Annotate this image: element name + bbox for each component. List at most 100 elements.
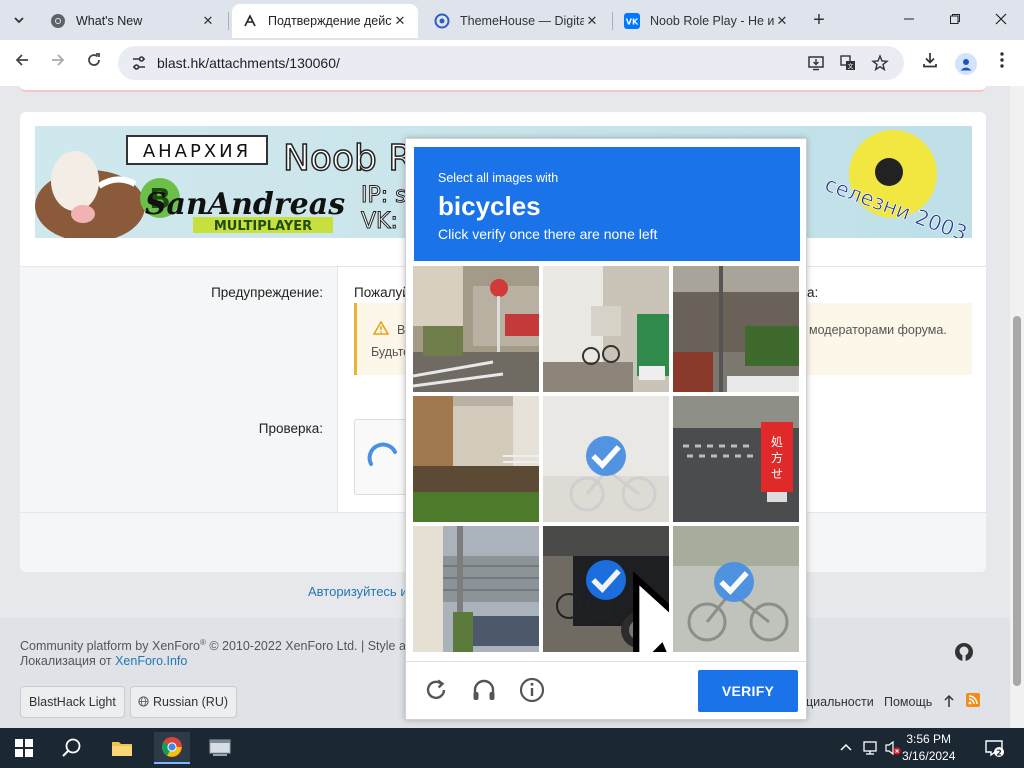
downloads-button[interactable] xyxy=(918,51,942,75)
reload-button[interactable] xyxy=(82,51,106,75)
loading-spinner-icon xyxy=(367,442,397,466)
warning-intro: Пожалуй xyxy=(354,285,410,300)
xenforo-info-link[interactable]: XenForo.Info xyxy=(115,654,187,668)
bookmark-star-icon[interactable] xyxy=(870,54,890,74)
restore-button[interactable] xyxy=(932,6,978,34)
github-icon[interactable] xyxy=(954,642,974,667)
page-scrollbar[interactable] xyxy=(1010,86,1024,728)
globe-icon xyxy=(138,696,149,707)
forward-button[interactable] xyxy=(46,51,70,75)
banner-multiplayer: MULTIPLAYER xyxy=(214,219,312,234)
footer-platform-prefix: Community platform by XenForo xyxy=(20,639,200,654)
clock-time: 3:56 PM xyxy=(906,732,952,746)
footer-platform-rest: © 2010-2022 XenForo Ltd. | Style and xyxy=(205,639,420,654)
tab-label: Noob Role Play - Не и xyxy=(650,14,774,28)
challenge-tile-8[interactable] xyxy=(543,526,669,652)
close-icon[interactable]: ✕ xyxy=(774,13,790,29)
top-notice-strip xyxy=(20,86,986,92)
more-vertical-icon xyxy=(1000,52,1004,68)
svg-text:処: 処 xyxy=(771,435,783,449)
search-button[interactable] xyxy=(56,732,88,764)
tab-confirm-action[interactable]: Подтверждение дейст ✕ xyxy=(232,4,418,38)
svg-text:せ: せ xyxy=(771,467,783,481)
system-clock[interactable]: 3:56 PM 3/16/2024 xyxy=(902,731,955,765)
chrome-icon xyxy=(161,737,182,757)
start-button[interactable] xyxy=(8,732,40,764)
challenge-tile-2[interactable] xyxy=(543,266,669,392)
privacy-link[interactable]: циальности xyxy=(806,695,874,709)
site-settings-icon[interactable] xyxy=(130,54,148,72)
footer-localization: Локализация от XenForo.Info xyxy=(20,654,187,668)
challenge-tile-1[interactable] xyxy=(413,266,539,392)
translate-icon[interactable]: 文 xyxy=(838,54,858,74)
info-icon[interactable] xyxy=(518,676,546,704)
minimize-icon xyxy=(904,18,914,20)
app-taskbar-button[interactable] xyxy=(204,732,236,764)
challenge-tile-7[interactable] xyxy=(413,526,539,652)
minimize-button[interactable] xyxy=(886,6,932,34)
svg-text:VK: VK xyxy=(626,18,639,27)
scroll-top-icon[interactable] xyxy=(943,694,955,713)
challenge-tile-5[interactable] xyxy=(543,396,669,522)
close-icon[interactable]: ✕ xyxy=(584,13,600,29)
help-link[interactable]: Помощь xyxy=(884,695,932,709)
warning-intro-tail: а: xyxy=(807,285,819,300)
browser-menu-button[interactable] xyxy=(990,51,1014,75)
network-icon[interactable] xyxy=(862,740,880,756)
close-icon[interactable]: ✕ xyxy=(392,13,408,29)
language-chooser-button[interactable]: Russian (RU) xyxy=(130,686,238,718)
notification-icon: 2 xyxy=(985,740,1004,758)
tray-chevron-up-icon[interactable] xyxy=(840,742,852,752)
install-app-icon[interactable] xyxy=(806,54,826,74)
banner-ip: IP: s xyxy=(361,183,407,208)
challenge-tile-4[interactable] xyxy=(413,396,539,522)
svg-text:2: 2 xyxy=(996,749,1002,758)
notifications-button[interactable]: 2 xyxy=(984,738,1004,758)
browser-toolbar: blast.hk/attachments/130060/ 文 xyxy=(0,40,1024,86)
scrollbar-thumb[interactable] xyxy=(1013,316,1021,686)
rss-icon[interactable] xyxy=(966,693,980,712)
tab-label: Подтверждение дейст xyxy=(268,14,392,28)
tab-search-button[interactable] xyxy=(6,8,32,32)
tab-whats-new[interactable]: What's New ✕ xyxy=(40,4,226,38)
check-label: Проверка: xyxy=(258,421,323,436)
reload-challenge-icon[interactable] xyxy=(422,676,450,704)
challenge-image-grid: 処方せ xyxy=(413,266,801,654)
challenge-tile-9[interactable] xyxy=(673,526,799,652)
tab-separator xyxy=(612,12,613,30)
headphones-icon[interactable] xyxy=(470,676,498,704)
mouse-cursor-icon xyxy=(633,572,669,652)
back-button[interactable] xyxy=(10,51,34,75)
windows-icon xyxy=(15,739,33,757)
challenge-tile-3[interactable] xyxy=(673,266,799,392)
tab-label: ThemeHouse — Digita xyxy=(460,14,584,28)
address-bar[interactable]: blast.hk/attachments/130060/ 文 xyxy=(118,46,904,80)
tab-noob-roleplay[interactable]: VK Noob Role Play - Не и ✕ xyxy=(614,4,800,38)
person-icon xyxy=(960,59,972,71)
recaptcha-challenge: Select all images with bicycles Click ve… xyxy=(405,138,807,720)
chrome-taskbar-button[interactable] xyxy=(154,732,190,764)
new-tab-button[interactable]: + xyxy=(808,9,830,31)
themehouse-icon xyxy=(434,13,450,29)
arrow-right-icon xyxy=(52,54,65,66)
window-app-icon xyxy=(209,739,231,756)
challenge-tile-6[interactable]: 処方せ xyxy=(673,396,799,522)
banner-anarchy: АНАРХИЯ xyxy=(143,141,251,162)
close-window-button[interactable] xyxy=(978,6,1024,34)
svg-text:方: 方 xyxy=(771,450,783,465)
warning-text-right: модераторами форума. xyxy=(809,323,947,337)
tab-themehouse[interactable]: ThemeHouse — Digita ✕ xyxy=(424,4,610,38)
banner-samp: SanAndreas xyxy=(145,187,345,222)
search-icon xyxy=(62,738,81,757)
restore-icon xyxy=(950,14,960,24)
url-text[interactable]: blast.hk/attachments/130060/ xyxy=(157,55,340,71)
login-link[interactable]: Авторизуйтесь и xyxy=(308,584,408,599)
file-explorer-button[interactable] xyxy=(106,732,138,764)
profile-avatar[interactable] xyxy=(955,53,977,75)
close-icon[interactable]: ✕ xyxy=(200,13,216,29)
footer-loc-prefix: Локализация от xyxy=(20,654,116,668)
verify-button[interactable]: VERIFY xyxy=(698,670,798,712)
footer-platform: Community platform by XenForo® © 2010-20… xyxy=(20,638,420,653)
style-chooser-button[interactable]: BlastHack Light xyxy=(20,686,125,718)
volume-muted-icon[interactable] xyxy=(884,740,902,756)
